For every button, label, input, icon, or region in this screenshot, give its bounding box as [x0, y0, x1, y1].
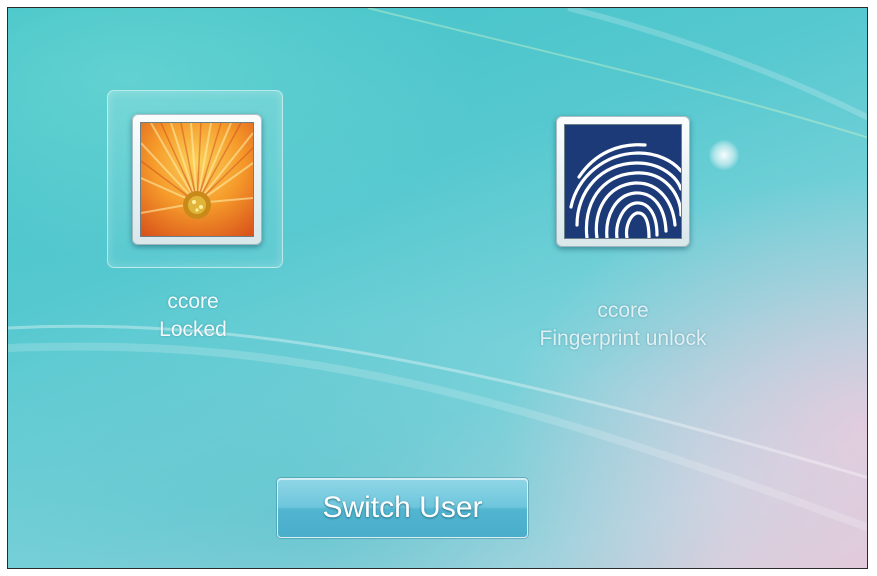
user-status: Fingerprint unlock [539, 327, 707, 350]
user-label-fingerprint[interactable]: ccore Fingerprint unlock [488, 297, 758, 353]
fingerprint-icon [564, 124, 682, 239]
user-avatar-locked[interactable] [132, 114, 262, 245]
user-name: ccore [167, 290, 219, 313]
glow-spot [709, 140, 739, 170]
user-status: Locked [159, 318, 227, 341]
switch-user-button[interactable]: Switch User [277, 478, 528, 538]
user-label-locked[interactable]: ccore Locked [118, 288, 268, 344]
user-avatar-fingerprint[interactable] [556, 116, 690, 247]
lock-screen: ccore Locked ccore Fingerprint unlock Sw… [7, 7, 868, 569]
user-name: ccore [597, 299, 649, 322]
flower-avatar-icon [140, 122, 254, 237]
